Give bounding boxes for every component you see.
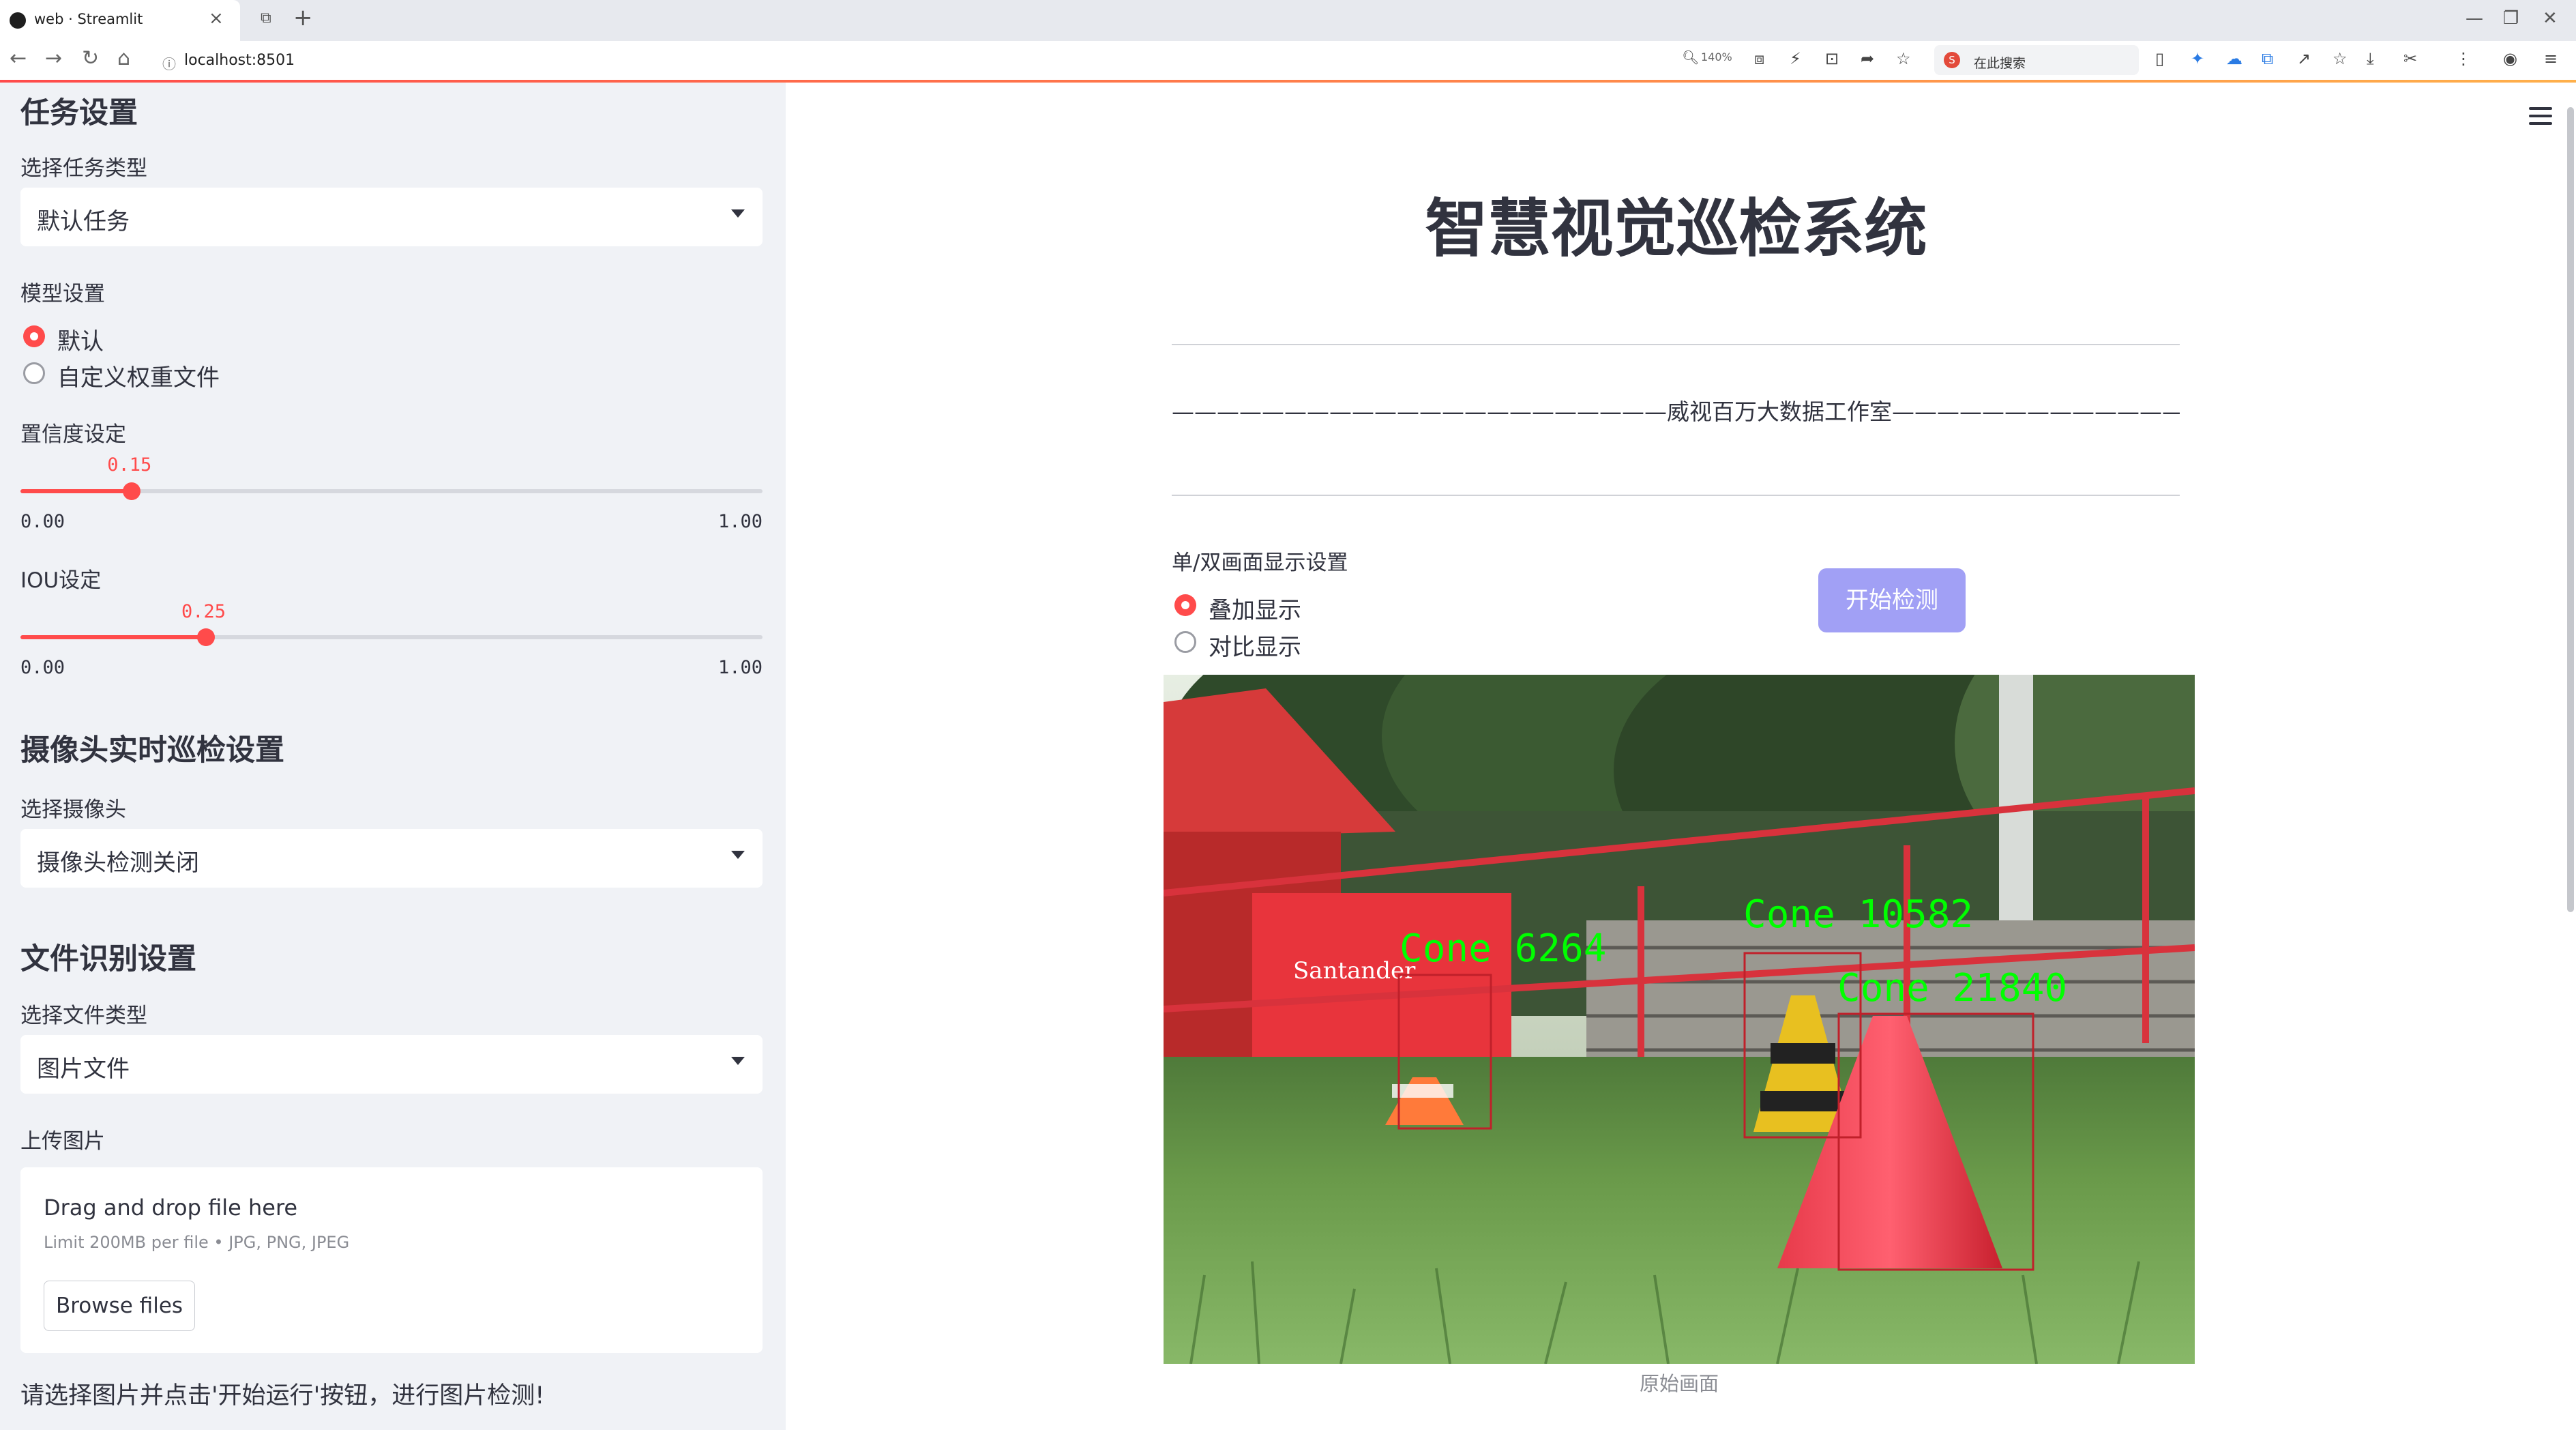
chevron-down-icon	[731, 851, 745, 859]
avatar[interactable]: ◉	[2503, 49, 2517, 68]
model-custom-label[interactable]: 自定义权重文件	[57, 359, 220, 392]
iou-slider-fill	[20, 635, 206, 639]
iou-max: 1.00	[717, 657, 763, 678]
file-type-value: 图片文件	[37, 1055, 130, 1083]
sidebar-instruction: 请选择图片并点击'开始运行'按钮，进行图片检测!	[20, 1382, 545, 1410]
iou-min: 0.00	[20, 657, 65, 678]
close-tab-icon[interactable]: ×	[209, 8, 224, 29]
zoom-icon[interactable]: 🔍︎	[1682, 49, 1699, 65]
studio-banner-text: ——————————————————————威视百万大数据工作室————————…	[1172, 398, 2180, 425]
divider-bottom	[1172, 495, 2180, 496]
confidence-slider-fill	[20, 489, 132, 493]
main-content: 智慧视觉巡检系统 ——————————————————————威视百万大数据工作…	[786, 83, 2576, 1430]
new-tab-icon[interactable]: +	[293, 4, 313, 31]
file-settings-heading: 文件识别设置	[20, 942, 196, 976]
window-close-icon[interactable]: ✕	[2543, 8, 2558, 29]
start-detection-button[interactable]: 开始检测	[1818, 568, 1966, 632]
browser-tab-bar: web · Streamlit × ⧉ + — ❐ ✕	[0, 0, 2576, 41]
cloud-icon[interactable]: ☁	[2226, 49, 2242, 68]
file-type-select[interactable]: 图片文件	[20, 1035, 763, 1094]
address-bar: ← → ↻ ⌂ ⓘ localhost:8501 🔍︎ 140% ⧈ ⚡ ⊡ ➦…	[0, 41, 2576, 81]
iou-slider[interactable]	[20, 628, 763, 646]
divider-top	[1172, 344, 2180, 345]
confidence-slider[interactable]	[20, 482, 763, 500]
camera-select-label: 选择摄像头	[20, 798, 126, 822]
task-type-value: 默认任务	[37, 208, 130, 235]
bookmark-star-icon[interactable]: ☆	[1896, 49, 1911, 68]
browser-tab[interactable]: web · Streamlit ×	[0, 0, 240, 41]
iou-slider-handle[interactable]	[197, 628, 215, 646]
site-info-icon[interactable]: ⓘ	[162, 53, 176, 73]
url-text: localhost:8501	[184, 52, 295, 69]
display-mode-label: 单/双画面显示设置	[1172, 551, 1348, 575]
dropzone-limit: Limit 200MB per file • JPG, PNG, JPEG	[44, 1233, 350, 1252]
model-custom-radio[interactable]	[23, 362, 45, 384]
restore-icon[interactable]: ❐	[2503, 8, 2519, 29]
task-type-select[interactable]: 默认任务	[20, 188, 763, 246]
confidence-min: 0.00	[20, 511, 65, 532]
trend-icon[interactable]: ↗	[2297, 49, 2311, 68]
confidence-label: 置信度设定	[20, 422, 126, 447]
forward-icon[interactable]: →	[45, 46, 62, 70]
upload-label: 上传图片	[20, 1129, 105, 1154]
screenshot-icon[interactable]: ⊡	[1825, 49, 1839, 68]
reload-icon[interactable]: ↻	[82, 46, 99, 70]
extension-icon[interactable]: ✦	[2191, 49, 2204, 68]
detection-label-3: Cone 21840	[1837, 966, 2067, 1010]
home-icon[interactable]: ⌂	[117, 46, 130, 70]
model-default-label[interactable]: 默认	[57, 323, 104, 356]
camera-select[interactable]: 摄像头检测关闭	[20, 829, 763, 888]
search-engine-logo-icon: S	[1944, 52, 1960, 68]
santander-banner-text: Santander	[1293, 957, 1416, 984]
task-type-label: 选择任务类型	[20, 156, 147, 181]
display-compare-label[interactable]: 对比显示	[1209, 628, 1301, 662]
browse-files-button[interactable]: Browse files	[44, 1281, 195, 1331]
page-title: 智慧视觉巡检系统	[1425, 192, 1927, 265]
display-overlay-radio[interactable]	[1174, 594, 1196, 616]
back-icon[interactable]: ←	[10, 46, 27, 70]
zoom-level: 140%	[1701, 50, 1732, 63]
translate-ext-icon[interactable]: ⧉	[2262, 49, 2273, 68]
phone-icon[interactable]: ▯	[2155, 49, 2164, 68]
lightning-icon[interactable]: ⚡	[1790, 49, 1801, 68]
confidence-max: 1.00	[717, 511, 763, 532]
chevron-down-icon	[731, 1057, 745, 1065]
minimize-icon[interactable]: —	[2466, 8, 2483, 29]
browser-menu-icon[interactable]: ≡	[2544, 49, 2558, 68]
image-caption: 原始画面	[1639, 1372, 1719, 1395]
display-compare-radio[interactable]	[1174, 631, 1196, 653]
detection-label-2: Cone 10582	[1743, 892, 1973, 937]
chevron-down-icon	[731, 209, 745, 218]
dropzone-title: Drag and drop file here	[44, 1195, 298, 1221]
main-menu-icon[interactable]	[2529, 107, 2552, 130]
more-menu-icon[interactable]: ⋮	[2455, 49, 2472, 68]
camera-select-value: 摄像头检测关闭	[37, 849, 199, 877]
model-settings-label: 模型设置	[20, 282, 105, 306]
iou-label: IOU设定	[20, 568, 102, 593]
confidence-slider-handle[interactable]	[123, 482, 141, 500]
iou-value: 0.25	[181, 601, 226, 622]
file-dropzone[interactable]: Drag and drop file here Limit 200MB per …	[20, 1167, 763, 1353]
sidebar: 任务设置 选择任务类型 默认任务 模型设置 默认 自定义权重文件 置信度设定 0…	[0, 83, 786, 1430]
translate-icon[interactable]: ⧈	[1754, 49, 1764, 68]
split-view-icon[interactable]: ⧉	[261, 10, 271, 27]
cut-icon[interactable]: ✂	[2403, 49, 2417, 68]
search-engine-box[interactable]: S 在此搜索	[1934, 45, 2139, 75]
camera-settings-heading: 摄像头实时巡检设置	[20, 733, 284, 768]
detection-result-image: Santander Cone 6264 Cone 10582 Cone 2184…	[1164, 675, 2195, 1364]
favorites-icon[interactable]: ☆	[2333, 49, 2348, 68]
file-type-label: 选择文件类型	[20, 1004, 147, 1028]
detection-label-1: Cone 6264	[1400, 926, 1606, 971]
tab-title: web · Streamlit	[34, 11, 143, 27]
confidence-value: 0.15	[107, 454, 152, 476]
share-icon[interactable]: ➦	[1861, 49, 1874, 68]
model-default-radio[interactable]	[23, 325, 45, 347]
streamlit-favicon-icon	[10, 12, 26, 29]
scrollbar[interactable]	[2567, 107, 2574, 912]
download-icon[interactable]: ⤓	[2367, 49, 2374, 68]
search-placeholder: 在此搜索	[1974, 56, 2026, 71]
display-overlay-label[interactable]: 叠加显示	[1209, 592, 1301, 625]
task-settings-heading: 任务设置	[20, 96, 138, 130]
